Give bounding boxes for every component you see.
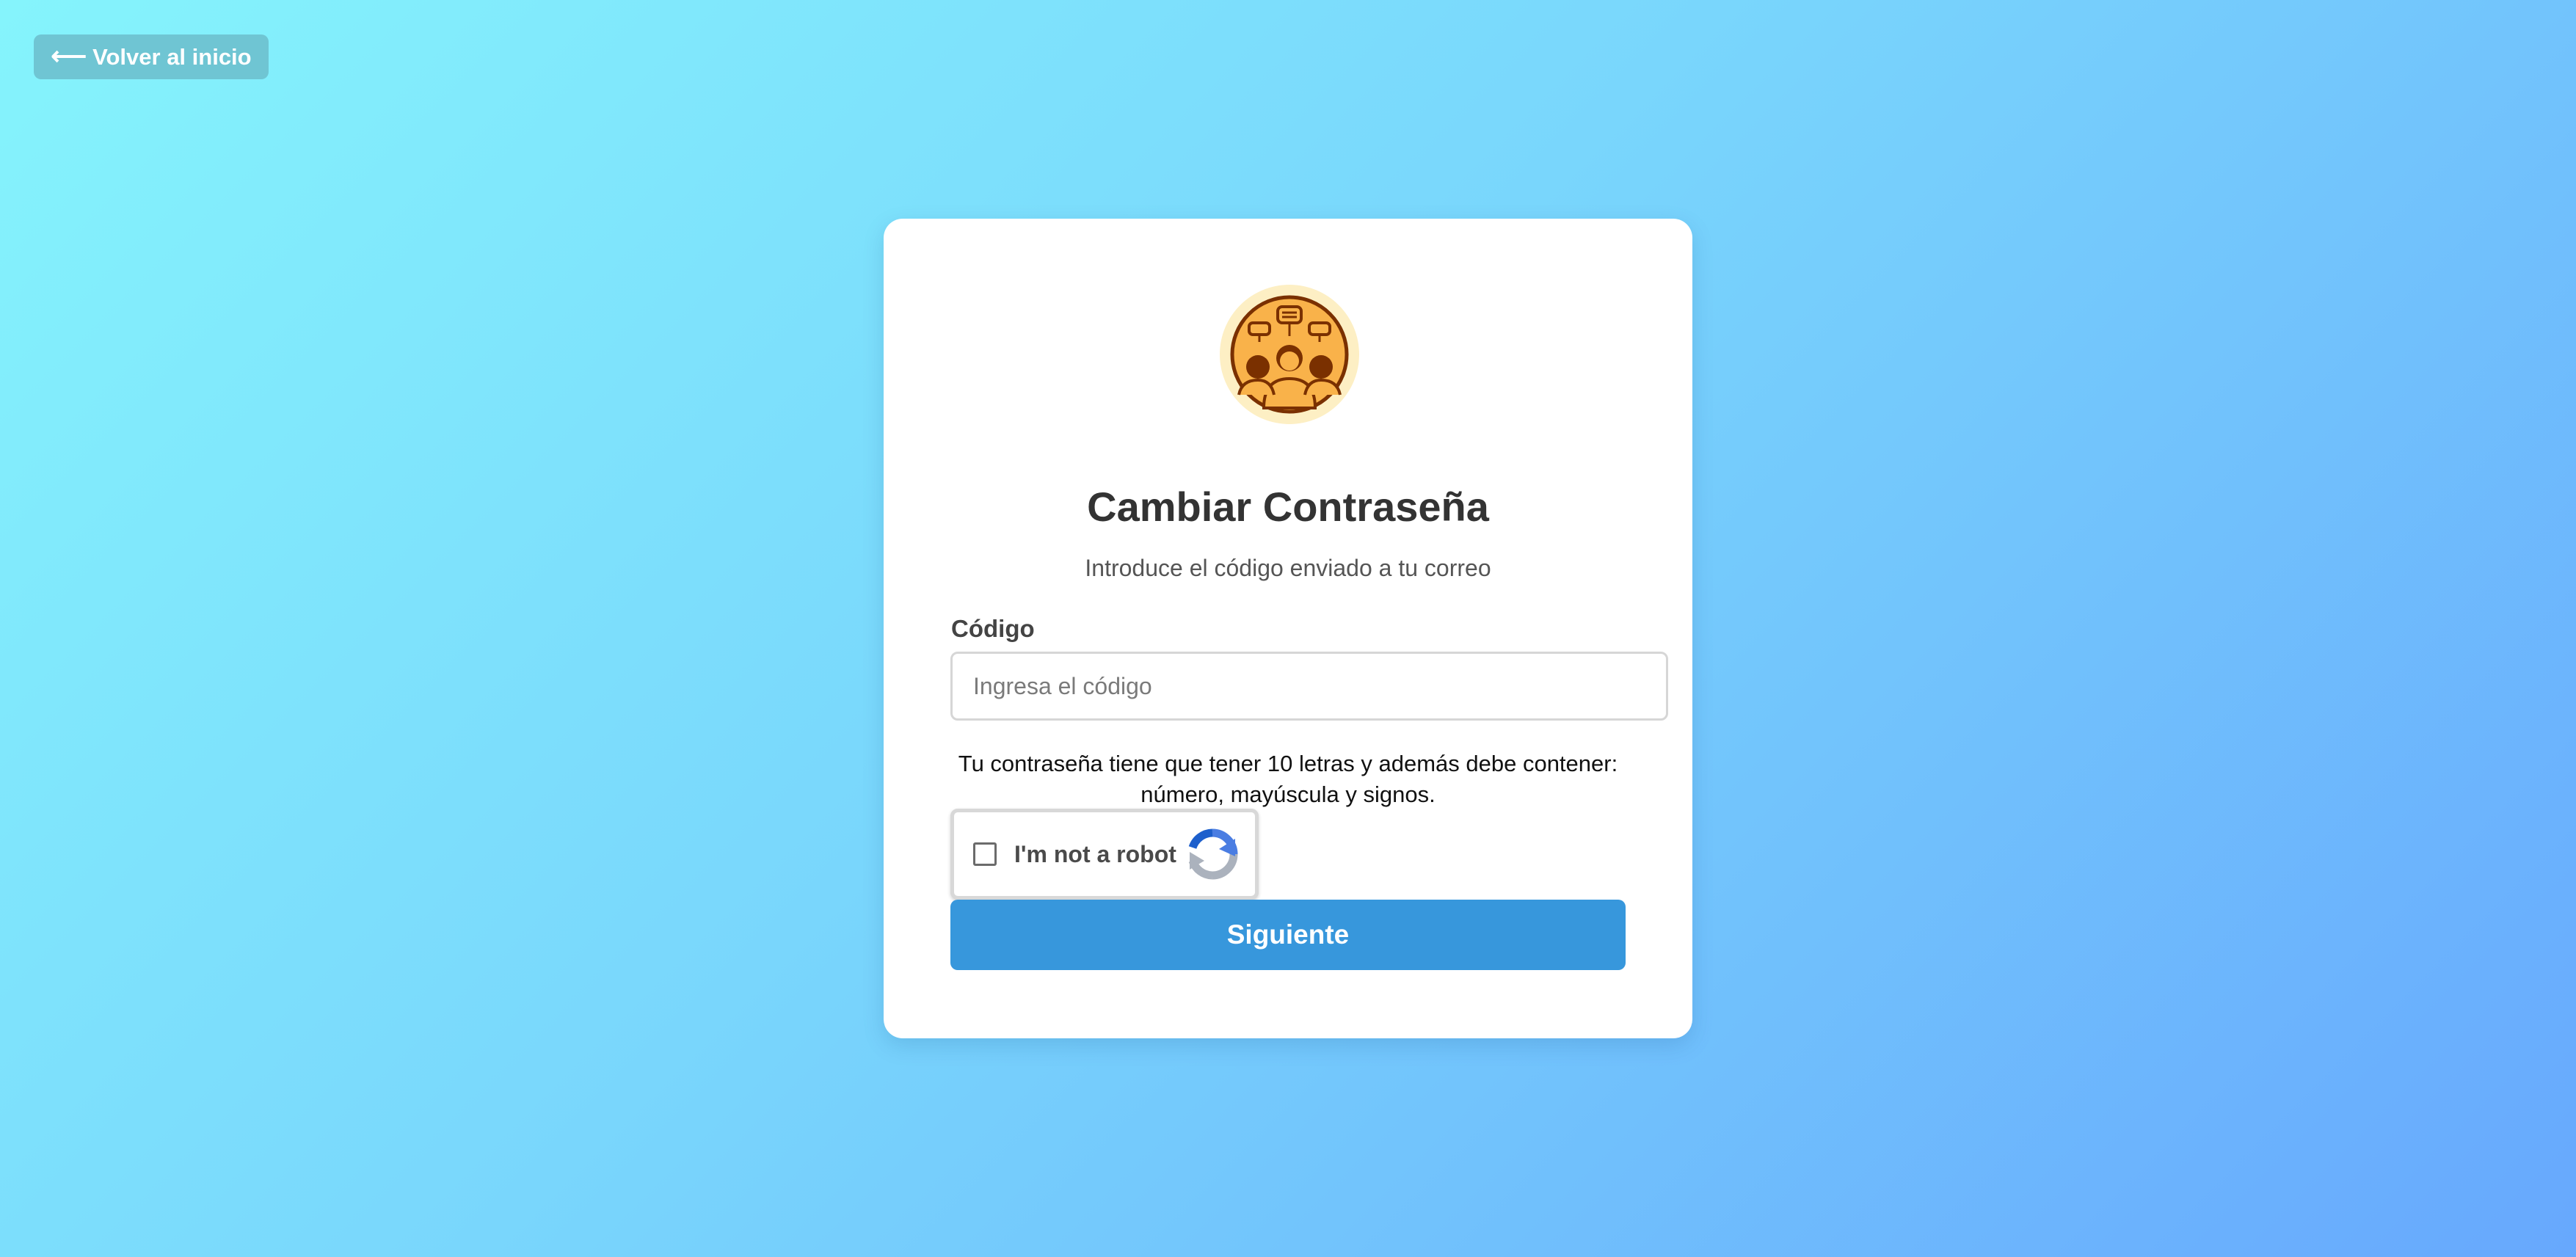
back-button-label: Volver al inicio	[92, 43, 252, 70]
password-requirements-hint: Tu contraseña tiene que tener 10 letras …	[958, 751, 1618, 807]
page-subtitle: Introduce el código enviado a tu correo	[1085, 555, 1491, 581]
page-title: Cambiar Contraseña	[1087, 484, 1489, 530]
back-to-home-button[interactable]: ⟵ Volver al inicio	[34, 34, 269, 79]
code-input[interactable]	[950, 652, 1668, 721]
change-password-card: Cambiar Contraseña Introduce el código e…	[884, 219, 1692, 1038]
recaptcha-widget: I'm not a robot	[950, 809, 1259, 900]
recaptcha-icon	[1188, 828, 1238, 880]
recaptcha-checkbox[interactable]	[973, 842, 997, 866]
recaptcha-label: I'm not a robot	[1014, 840, 1176, 867]
code-field-label: Código	[951, 615, 1035, 642]
left-arrow-icon: ⟵	[51, 42, 87, 70]
community-people-icon	[1220, 285, 1359, 424]
next-button[interactable]: Siguiente	[950, 900, 1626, 970]
